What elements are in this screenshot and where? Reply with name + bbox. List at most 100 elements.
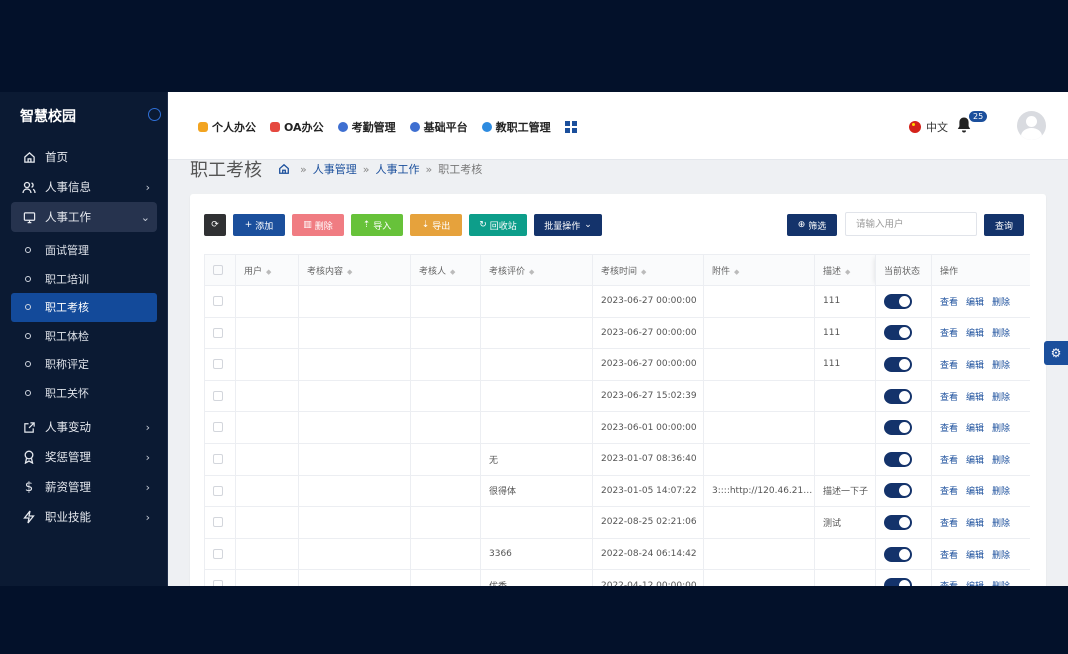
status-toggle[interactable] [884, 388, 912, 404]
edit-link[interactable]: 编辑 [966, 329, 984, 339]
view-link[interactable]: 查看 [940, 551, 958, 561]
breadcrumb-link[interactable]: 人事工作 [375, 161, 419, 177]
top-menu-attendance[interactable]: 考勤管理 [337, 119, 396, 135]
collapse-toggle-icon[interactable] [148, 108, 161, 121]
row-checkbox[interactable] [204, 285, 236, 318]
sidebar-subitem-assessment[interactable]: 职工考核 [11, 293, 157, 322]
sidebar-item-home[interactable]: 首页 [0, 142, 168, 172]
view-link[interactable]: 查看 [940, 519, 958, 529]
delete-link[interactable]: 删除 [992, 456, 1010, 466]
status-toggle[interactable] [884, 420, 912, 436]
view-link[interactable]: 查看 [940, 298, 958, 308]
sidebar-subitem-care[interactable]: 职工关怀 [0, 379, 168, 408]
row-checkbox[interactable] [204, 474, 236, 508]
top-menu-personal-office[interactable]: 个人办公 [198, 119, 256, 135]
circle-icon [25, 361, 31, 368]
status-toggle[interactable] [884, 451, 912, 467]
column-header-content[interactable]: 考核内容 ◆ [298, 254, 411, 286]
delete-link[interactable]: 删除 [992, 487, 1010, 497]
status-toggle[interactable] [884, 546, 912, 562]
row-checkbox[interactable] [204, 348, 236, 381]
edit-link[interactable]: 编辑 [966, 551, 984, 561]
recycle-bin-button[interactable]: ↻ 回收站 [469, 214, 527, 236]
edit-link[interactable]: 编辑 [966, 424, 984, 434]
status-toggle[interactable] [884, 356, 912, 372]
status-cell [875, 474, 932, 508]
status-toggle[interactable] [884, 483, 912, 499]
import-button[interactable]: ⇡ 导入 [351, 214, 403, 236]
sidebar-item-personnel-work[interactable]: 人事工作 ⌄ [11, 202, 157, 232]
column-header-evaluation[interactable]: 考核评价 ◆ [480, 254, 593, 286]
status-cell [875, 442, 932, 476]
delete-link[interactable]: 删除 [992, 519, 1010, 529]
cell-time: 2023-06-27 00:00:00 [592, 348, 704, 381]
delete-link[interactable]: 删除 [992, 551, 1010, 561]
delete-link[interactable]: 删除 [992, 393, 1010, 403]
edit-link[interactable]: 编辑 [966, 582, 984, 586]
user-search-input[interactable] [845, 212, 977, 236]
view-link[interactable]: 查看 [940, 487, 958, 497]
edit-link[interactable]: 编辑 [966, 487, 984, 497]
sidebar-subitem-training[interactable]: 职工培训 [0, 265, 168, 294]
status-toggle[interactable] [884, 514, 912, 530]
sidebar-subitem-checkup[interactable]: 职工体检 [0, 322, 168, 351]
delete-link[interactable]: 删除 [992, 424, 1010, 434]
column-header-description[interactable]: 描述 ◆ [814, 254, 876, 286]
edit-link[interactable]: 编辑 [966, 519, 984, 529]
edit-link[interactable]: 编辑 [966, 361, 984, 371]
delete-link[interactable]: 删除 [992, 329, 1010, 339]
query-button[interactable]: 查询 [984, 214, 1024, 236]
inbox-icon [270, 122, 280, 132]
top-menu-base-platform[interactable]: 基础平台 [409, 119, 468, 135]
delete-button[interactable]: ▥ 删除 [292, 214, 344, 236]
row-checkbox[interactable] [204, 506, 236, 539]
view-link[interactable]: 查看 [940, 361, 958, 371]
cell-evaluation [480, 506, 593, 539]
column-header-attachment[interactable]: 附件 ◆ [703, 254, 815, 286]
sidebar-item-personnel-change[interactable]: 人事变动 › [0, 412, 168, 442]
batch-actions-dropdown[interactable]: 批量操作 ⌄ [534, 214, 602, 236]
home-icon[interactable] [278, 163, 290, 175]
add-button[interactable]: + 添加 [233, 214, 285, 236]
column-header-time[interactable]: 考核时间 ◆ [592, 254, 704, 286]
view-link[interactable]: 查看 [940, 456, 958, 466]
sidebar-item-skills[interactable]: 职业技能 › [0, 502, 168, 532]
row-checkbox[interactable] [204, 316, 236, 350]
view-link[interactable]: 查看 [940, 424, 958, 434]
view-link[interactable]: 查看 [940, 329, 958, 339]
status-toggle[interactable] [884, 578, 912, 586]
filter-button[interactable]: ⊕ 筛选 [787, 214, 837, 236]
status-toggle[interactable] [884, 325, 912, 341]
row-checkbox[interactable] [204, 442, 236, 476]
row-checkbox[interactable] [204, 569, 236, 586]
edit-link[interactable]: 编辑 [966, 456, 984, 466]
sidebar-item-rewards[interactable]: 奖惩管理 › [0, 442, 168, 472]
delete-link[interactable]: 删除 [992, 582, 1010, 586]
sidebar-subitem-title-evaluation[interactable]: 职称评定 [0, 350, 168, 379]
top-menu-oa-office[interactable]: OA办公 [270, 119, 324, 135]
top-menu-staff-management[interactable]: 教职工管理 [481, 119, 551, 135]
view-link[interactable]: 查看 [940, 393, 958, 403]
edit-link[interactable]: 编辑 [966, 393, 984, 403]
row-checkbox[interactable] [204, 537, 236, 571]
row-checkbox[interactable] [204, 411, 236, 444]
sidebar-item-personnel-info[interactable]: 人事信息 › [0, 172, 168, 202]
edit-link[interactable]: 编辑 [966, 298, 984, 308]
column-header-assessor[interactable]: 考核人 ◆ [410, 254, 481, 286]
settings-gear-icon[interactable]: ⚙ [1044, 341, 1068, 365]
breadcrumb-link[interactable]: 人事管理 [313, 161, 357, 177]
delete-link[interactable]: 删除 [992, 298, 1010, 308]
refresh-button[interactable]: ⟳ [204, 214, 226, 236]
delete-link[interactable]: 删除 [992, 361, 1010, 371]
sidebar-item-salary[interactable]: $ 薪资管理 › [0, 472, 168, 502]
sidebar-subitem-interview[interactable]: 面试管理 [0, 236, 168, 265]
export-button[interactable]: ⇣ 导出 [410, 214, 462, 236]
apps-grid-icon[interactable] [564, 121, 577, 133]
language-selector[interactable]: 中文 [909, 119, 948, 135]
column-header-user[interactable]: 用户 ◆ [235, 254, 299, 286]
view-link[interactable]: 查看 [940, 582, 958, 586]
select-all-checkbox[interactable] [204, 254, 236, 286]
row-checkbox[interactable] [204, 379, 236, 413]
avatar[interactable] [1017, 111, 1046, 140]
status-toggle[interactable] [884, 293, 912, 309]
